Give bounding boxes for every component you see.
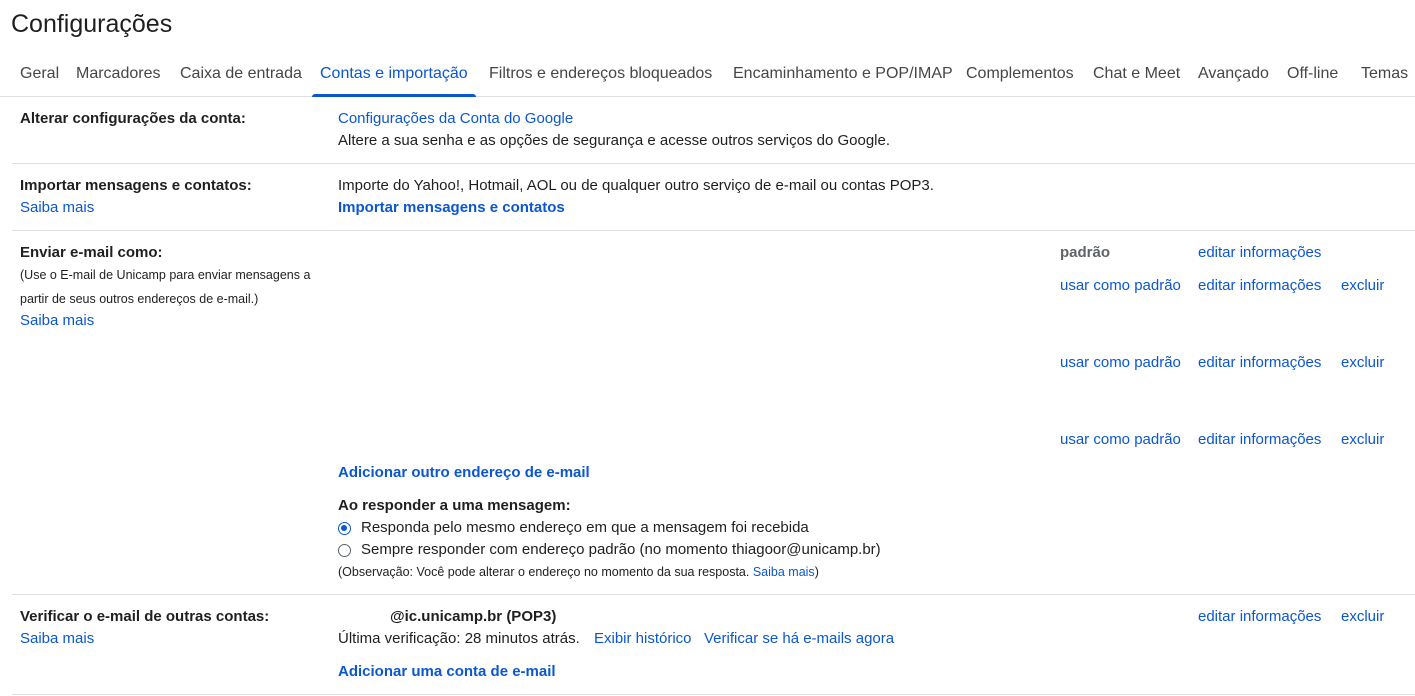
google-account-settings-link[interactable]: Configurações da Conta do Google bbox=[338, 108, 573, 130]
tab-complementos[interactable]: Complementos bbox=[958, 52, 1082, 96]
view-history-link[interactable]: Exibir histórico bbox=[594, 628, 692, 650]
observation-text: (Observação: Você pode alterar o endereç… bbox=[338, 565, 750, 579]
import-messages-button[interactable]: Importar mensagens e contatos bbox=[338, 197, 565, 219]
settings-tabs: Geral Marcadores Caixa de entrada Contas… bbox=[0, 52, 1415, 97]
tab-avancado[interactable]: Avançado bbox=[1190, 52, 1277, 96]
check-mail-section-label: Verificar o e-mail de outras contas: bbox=[20, 608, 270, 625]
reply-observation: (Observação: Você pode alterar o endereç… bbox=[338, 561, 819, 583]
check-mail-learn-more-link[interactable]: Saiba mais bbox=[20, 628, 94, 650]
make-default-link[interactable]: usar como padrão bbox=[1060, 429, 1181, 451]
account-section-label: Alterar configurações da conta: bbox=[20, 110, 246, 127]
tab-filtros[interactable]: Filtros e endereços bloqueados bbox=[481, 52, 720, 96]
section-divider bbox=[12, 230, 1415, 231]
import-section-label: Importar mensagens e contatos: bbox=[20, 177, 252, 194]
default-status-label: padrão bbox=[1060, 244, 1111, 261]
tab-geral[interactable]: Geral bbox=[12, 52, 67, 96]
delete-link[interactable]: excluir bbox=[1341, 275, 1384, 297]
add-email-address-button[interactable]: Adicionar outro endereço de e-mail bbox=[338, 462, 590, 484]
reply-default-address-label[interactable]: Sempre responder com endereço padrão (no… bbox=[361, 539, 881, 561]
pop3-account-name: @ic.unicamp.br (POP3) bbox=[390, 608, 557, 625]
check-mail-now-link[interactable]: Verificar se há e-mails agora bbox=[704, 628, 894, 650]
tab-off-line[interactable]: Off-line bbox=[1279, 52, 1346, 96]
tab-temas[interactable]: Temas bbox=[1353, 52, 1415, 96]
page-title: Configurações bbox=[11, 10, 173, 38]
edit-info-link[interactable]: editar informações bbox=[1198, 429, 1321, 451]
observation-end: ) bbox=[814, 565, 819, 579]
tab-chat-e-meet[interactable]: Chat e Meet bbox=[1085, 52, 1188, 96]
reply-same-address-radio[interactable] bbox=[338, 522, 351, 535]
delete-link[interactable]: excluir bbox=[1341, 352, 1384, 374]
edit-info-link[interactable]: editar informações bbox=[1198, 352, 1321, 374]
reply-default-address-radio[interactable] bbox=[338, 544, 351, 557]
section-divider bbox=[12, 694, 1415, 695]
edit-info-link[interactable]: editar informações bbox=[1198, 275, 1321, 297]
tab-encaminhamento[interactable]: Encaminhamento e POP/IMAP bbox=[725, 52, 961, 96]
edit-info-link[interactable]: editar informações bbox=[1198, 242, 1321, 264]
send-as-note-line-1: (Use o E-mail de Unicamp para enviar men… bbox=[20, 268, 311, 282]
tab-caixa-de-entrada[interactable]: Caixa de entrada bbox=[172, 52, 310, 96]
tab-contas-e-importacao[interactable]: Contas e importação bbox=[312, 52, 476, 97]
send-as-learn-more-link[interactable]: Saiba mais bbox=[20, 310, 94, 332]
reply-same-address-label[interactable]: Responda pelo mesmo endereço em que a me… bbox=[361, 517, 809, 539]
delete-link[interactable]: excluir bbox=[1341, 606, 1384, 628]
make-default-link[interactable]: usar como padrão bbox=[1060, 352, 1181, 374]
section-divider bbox=[12, 594, 1415, 595]
send-as-section-label: Enviar e-mail como: bbox=[20, 244, 163, 261]
last-check-text: Última verificação: 28 minutos atrás. bbox=[338, 630, 580, 647]
make-default-link[interactable]: usar como padrão bbox=[1060, 275, 1181, 297]
section-divider bbox=[12, 163, 1415, 164]
edit-info-link[interactable]: editar informações bbox=[1198, 606, 1321, 628]
account-description: Altere a sua senha e as opções de segura… bbox=[338, 132, 891, 149]
import-description: Importe do Yahoo!, Hotmail, AOL ou de qu… bbox=[338, 177, 934, 194]
send-as-note-line-2: partir de seus outros endereços de e-mai… bbox=[20, 292, 259, 306]
reply-heading: Ao responder a uma mensagem: bbox=[338, 497, 571, 514]
add-email-account-button[interactable]: Adicionar uma conta de e-mail bbox=[338, 661, 556, 683]
import-learn-more-link[interactable]: Saiba mais bbox=[20, 197, 94, 219]
tab-marcadores[interactable]: Marcadores bbox=[68, 52, 168, 96]
observation-learn-more-link[interactable]: Saiba mais bbox=[753, 565, 815, 579]
delete-link[interactable]: excluir bbox=[1341, 429, 1384, 451]
